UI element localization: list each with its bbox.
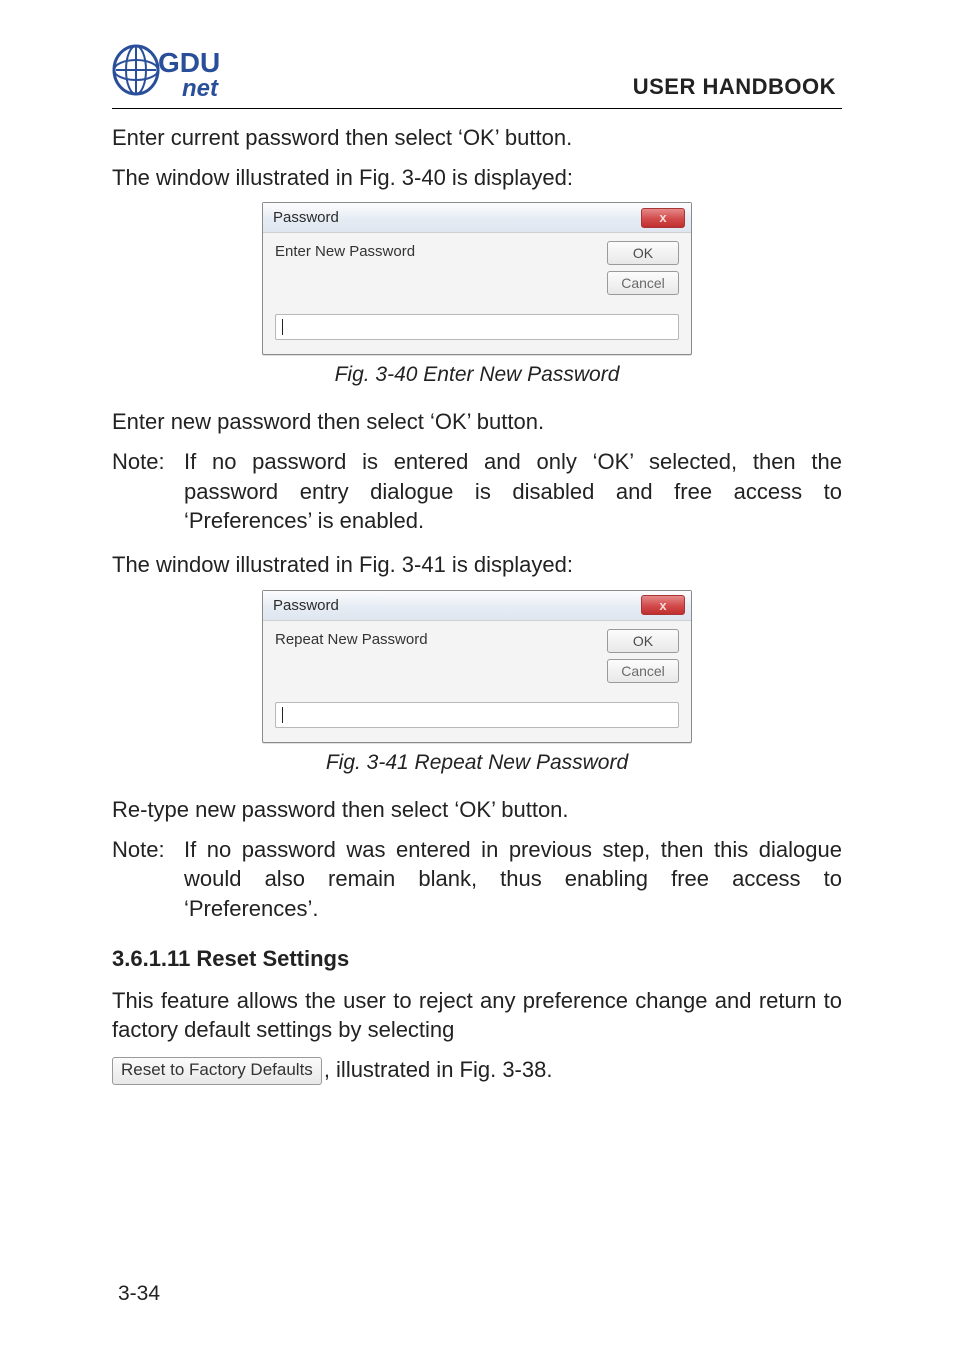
para-6a: This feature allows the user to reject a… bbox=[112, 988, 842, 1043]
logo-text-bottom: net bbox=[182, 75, 219, 102]
password-input[interactable] bbox=[275, 314, 679, 340]
para-6-line2: Reset to Factory Defaults, illustrated i… bbox=[112, 1055, 842, 1085]
para-6: This feature allows the user to reject a… bbox=[112, 986, 842, 1045]
dialog-content: Enter New Password OK Cancel bbox=[263, 233, 691, 354]
note-2: Note: If no password was entered in prev… bbox=[112, 835, 842, 924]
dialog-titlebar: Password x bbox=[263, 203, 691, 233]
note-1-body: If no password is entered and only ‘OK’ … bbox=[184, 447, 842, 536]
figure-3-40-caption: Fig. 3-40 Enter New Password bbox=[112, 363, 842, 387]
dialog-button-group: OK Cancel bbox=[607, 241, 679, 295]
para-5: Re-type new password then select ‘OK’ bu… bbox=[112, 795, 842, 825]
ok-button-2[interactable]: OK bbox=[607, 629, 679, 653]
para-4: The window illustrated in Fig. 3-41 is d… bbox=[112, 550, 842, 580]
dialog-content-2: Repeat New Password OK Cancel bbox=[263, 621, 691, 742]
dialog-button-group-2: OK Cancel bbox=[607, 629, 679, 683]
password-dialog-1: Password x Enter New Password OK Cancel bbox=[262, 202, 692, 355]
logo: GDU net bbox=[112, 38, 242, 104]
dialog-input-row-2 bbox=[275, 698, 679, 732]
close-icon: x bbox=[659, 210, 666, 225]
dialog-title-text: Password bbox=[273, 209, 339, 226]
note-1-label: Note: bbox=[112, 447, 184, 536]
note-2-label: Note: bbox=[112, 835, 184, 924]
close-button-2[interactable]: x bbox=[641, 595, 685, 615]
dialog-titlebar-2: Password x bbox=[263, 591, 691, 621]
page-number: 3-34 bbox=[118, 1282, 160, 1306]
reset-to-factory-defaults-button[interactable]: Reset to Factory Defaults bbox=[112, 1057, 322, 1085]
figure-3-40: Password x Enter New Password OK Cancel bbox=[112, 202, 842, 355]
para-2: The window illustrated in Fig. 3-40 is d… bbox=[112, 163, 842, 193]
para-1: Enter current password then select ‘OK’ … bbox=[112, 123, 842, 153]
close-button[interactable]: x bbox=[641, 208, 685, 228]
figure-3-41-caption: Fig. 3-41 Repeat New Password bbox=[112, 751, 842, 775]
dialog-input-row bbox=[275, 310, 679, 344]
logo-text-top: GDU bbox=[158, 47, 220, 78]
page: GDU net USER HANDBOOK Enter current pass… bbox=[0, 0, 954, 1354]
page-header: GDU net USER HANDBOOK bbox=[112, 38, 842, 104]
para-6b: , illustrated in Fig. 3-38. bbox=[324, 1057, 553, 1082]
logo-svg: GDU net bbox=[112, 38, 242, 104]
header-title: USER HANDBOOK bbox=[633, 74, 836, 100]
close-icon: x bbox=[659, 598, 666, 613]
note-2-body: If no password was entered in previous s… bbox=[184, 835, 842, 924]
dialog-title-text-2: Password bbox=[273, 597, 339, 614]
para-3: Enter new password then select ‘OK’ butt… bbox=[112, 407, 842, 437]
header-rule bbox=[112, 108, 842, 109]
text-caret-2 bbox=[282, 707, 283, 723]
password-dialog-2: Password x Repeat New Password OK Cancel bbox=[262, 590, 692, 743]
figure-3-41: Password x Repeat New Password OK Cancel bbox=[112, 590, 842, 743]
cancel-button-2[interactable]: Cancel bbox=[607, 659, 679, 683]
password-input-2[interactable] bbox=[275, 702, 679, 728]
text-caret bbox=[282, 319, 283, 335]
cancel-button[interactable]: Cancel bbox=[607, 271, 679, 295]
note-1: Note: If no password is entered and only… bbox=[112, 447, 842, 536]
section-heading: 3.6.1.11 Reset Settings bbox=[112, 946, 842, 972]
ok-button[interactable]: OK bbox=[607, 241, 679, 265]
